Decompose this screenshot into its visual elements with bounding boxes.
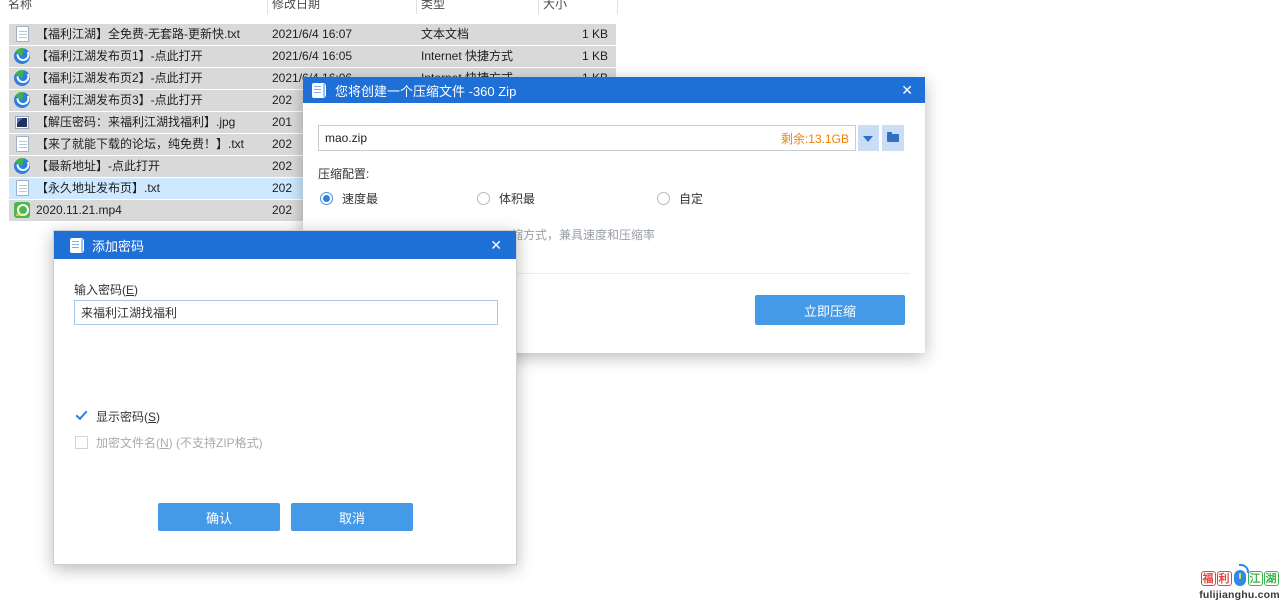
internet-shortcut-icon [14, 92, 30, 108]
password-field-label: 输入密码(E) [74, 281, 138, 298]
file-date: 202 [272, 90, 292, 111]
file-type: 文本文档 [421, 24, 469, 45]
checkbox-empty-icon [75, 436, 88, 449]
zip-dialog-title: 您将创建一个压缩文件 -360 Zip [335, 81, 516, 100]
encrypt-filenames-checkbox[interactable]: 加密文件名(N) (不支持ZIP格式) [74, 434, 263, 451]
file-list-header: 名称 修改日期 类型 大小 [0, 0, 630, 12]
file-row[interactable]: 【福利江湖发布页1】-点此打开 2021/6/4 16:05 Internet … [9, 46, 616, 67]
compress-config-label: 压缩配置: [318, 165, 369, 182]
cancel-button[interactable]: 取消 [291, 503, 413, 531]
archive-filename-input[interactable] [319, 131, 781, 145]
archive-filename-box: 剩余:13.1GB [318, 125, 856, 151]
file-name: 【来了就能下载的论坛，纯免费！】.txt [36, 134, 244, 155]
file-name: 【解压密码：来福利江湖找福利】.jpg [36, 112, 235, 133]
file-name: 【永久地址发布页】.txt [36, 178, 160, 199]
compress-mode-radio[interactable]: 自定 [657, 190, 703, 207]
column-divider [267, 0, 268, 14]
password-input[interactable] [74, 300, 498, 325]
logo-char: 江 [1248, 571, 1263, 586]
site-domain: fulijianghu.com [1199, 589, 1280, 601]
image-file-icon [15, 116, 29, 129]
column-divider [538, 0, 539, 14]
column-divider [617, 0, 618, 14]
logo-char: 湖 [1264, 571, 1279, 586]
column-header[interactable]: 类型 [421, 0, 445, 12]
password-dialog-title: 添加密码 [92, 236, 144, 255]
file-name: 【福利江湖发布页3】-点此打开 [36, 90, 203, 111]
text-file-icon [16, 26, 29, 42]
radio-icon [320, 192, 333, 205]
checkbox-checked-icon [74, 409, 89, 424]
file-row[interactable]: 【福利江湖】全免费-无套路-更新快.txt 2021/6/4 16:07 文本文… [9, 24, 616, 45]
file-date: 202 [272, 156, 292, 177]
save-location-dropdown-button[interactable] [858, 125, 879, 151]
internet-shortcut-icon [14, 48, 30, 64]
confirm-button[interactable]: 确认 [158, 503, 280, 531]
file-size: 1 KB [582, 46, 608, 67]
column-header[interactable]: 大小 [543, 0, 567, 12]
text-file-icon [16, 180, 29, 196]
free-space-label: 剩余:13.1GB [781, 130, 855, 147]
radio-icon [477, 192, 490, 205]
browse-folder-button[interactable] [882, 125, 904, 151]
close-icon[interactable]: ✕ [490, 231, 502, 259]
file-name: 【福利江湖】全免费-无套路-更新快.txt [36, 24, 240, 45]
close-icon[interactable]: ✕ [901, 77, 913, 103]
compress-now-button[interactable]: 立即压缩 [755, 295, 905, 325]
encrypt-filenames-label: 加密文件名(N) (不支持ZIP格式) [96, 434, 263, 451]
folder-icon [887, 134, 899, 142]
zip-dialog-titlebar[interactable]: 您将创建一个压缩文件 -360 Zip [303, 77, 925, 103]
logo-char: 福 [1201, 571, 1216, 586]
file-date: 2021/6/4 16:07 [272, 24, 352, 45]
logo-char: 利 [1217, 571, 1232, 586]
text-file-icon [16, 136, 29, 152]
file-size: 1 KB [582, 24, 608, 45]
mouse-icon [1234, 570, 1246, 586]
radio-label: 速度最 [342, 190, 378, 207]
radio-icon [657, 192, 670, 205]
desktop: 名称 修改日期 类型 大小 【福利江湖】全免费-无套路-更新快.txt 2021/6/… [0, 0, 1280, 611]
file-name: 【最新地址】-点此打开 [36, 156, 160, 177]
column-divider [416, 0, 417, 14]
internet-shortcut-icon [14, 158, 30, 174]
file-date: 2021/6/4 16:05 [272, 46, 352, 67]
zip-file-icon [70, 238, 84, 253]
internet-shortcut-icon [14, 70, 30, 86]
compress-mode-description: 缩方式，兼具速度和压缩率 [511, 226, 655, 243]
compress-mode-radio[interactable]: 体积最 [477, 190, 535, 207]
file-name: 【福利江湖发布页2】-点此打开 [36, 68, 203, 89]
file-date: 201 [272, 112, 292, 133]
compress-mode-radio[interactable]: 速度最 [320, 190, 378, 207]
zip-file-icon [312, 83, 326, 98]
password-dialog-titlebar[interactable]: 添加密码 [54, 231, 516, 259]
file-date: 202 [272, 178, 292, 199]
file-name: 2020.11.21.mp4 [36, 200, 122, 221]
radio-label: 自定 [679, 190, 703, 207]
radio-label: 体积最 [499, 190, 535, 207]
column-header[interactable]: 名称 [8, 0, 32, 12]
file-date: 202 [272, 200, 292, 221]
site-logo: 福利 江湖 fulijianghu.com [1199, 567, 1280, 601]
column-header[interactable]: 修改日期 [272, 0, 320, 12]
add-password-dialog: 添加密码 ✕ 输入密码(E) 显示密码(S) 加密文件名(N) (不支持ZIP格… [53, 230, 517, 565]
file-type: Internet 快捷方式 [421, 46, 513, 67]
file-name: 【福利江湖发布页1】-点此打开 [36, 46, 203, 67]
show-password-checkbox[interactable]: 显示密码(S) [74, 408, 160, 425]
show-password-label: 显示密码(S) [96, 408, 160, 425]
file-date: 202 [272, 134, 292, 155]
video-file-icon [14, 202, 30, 218]
